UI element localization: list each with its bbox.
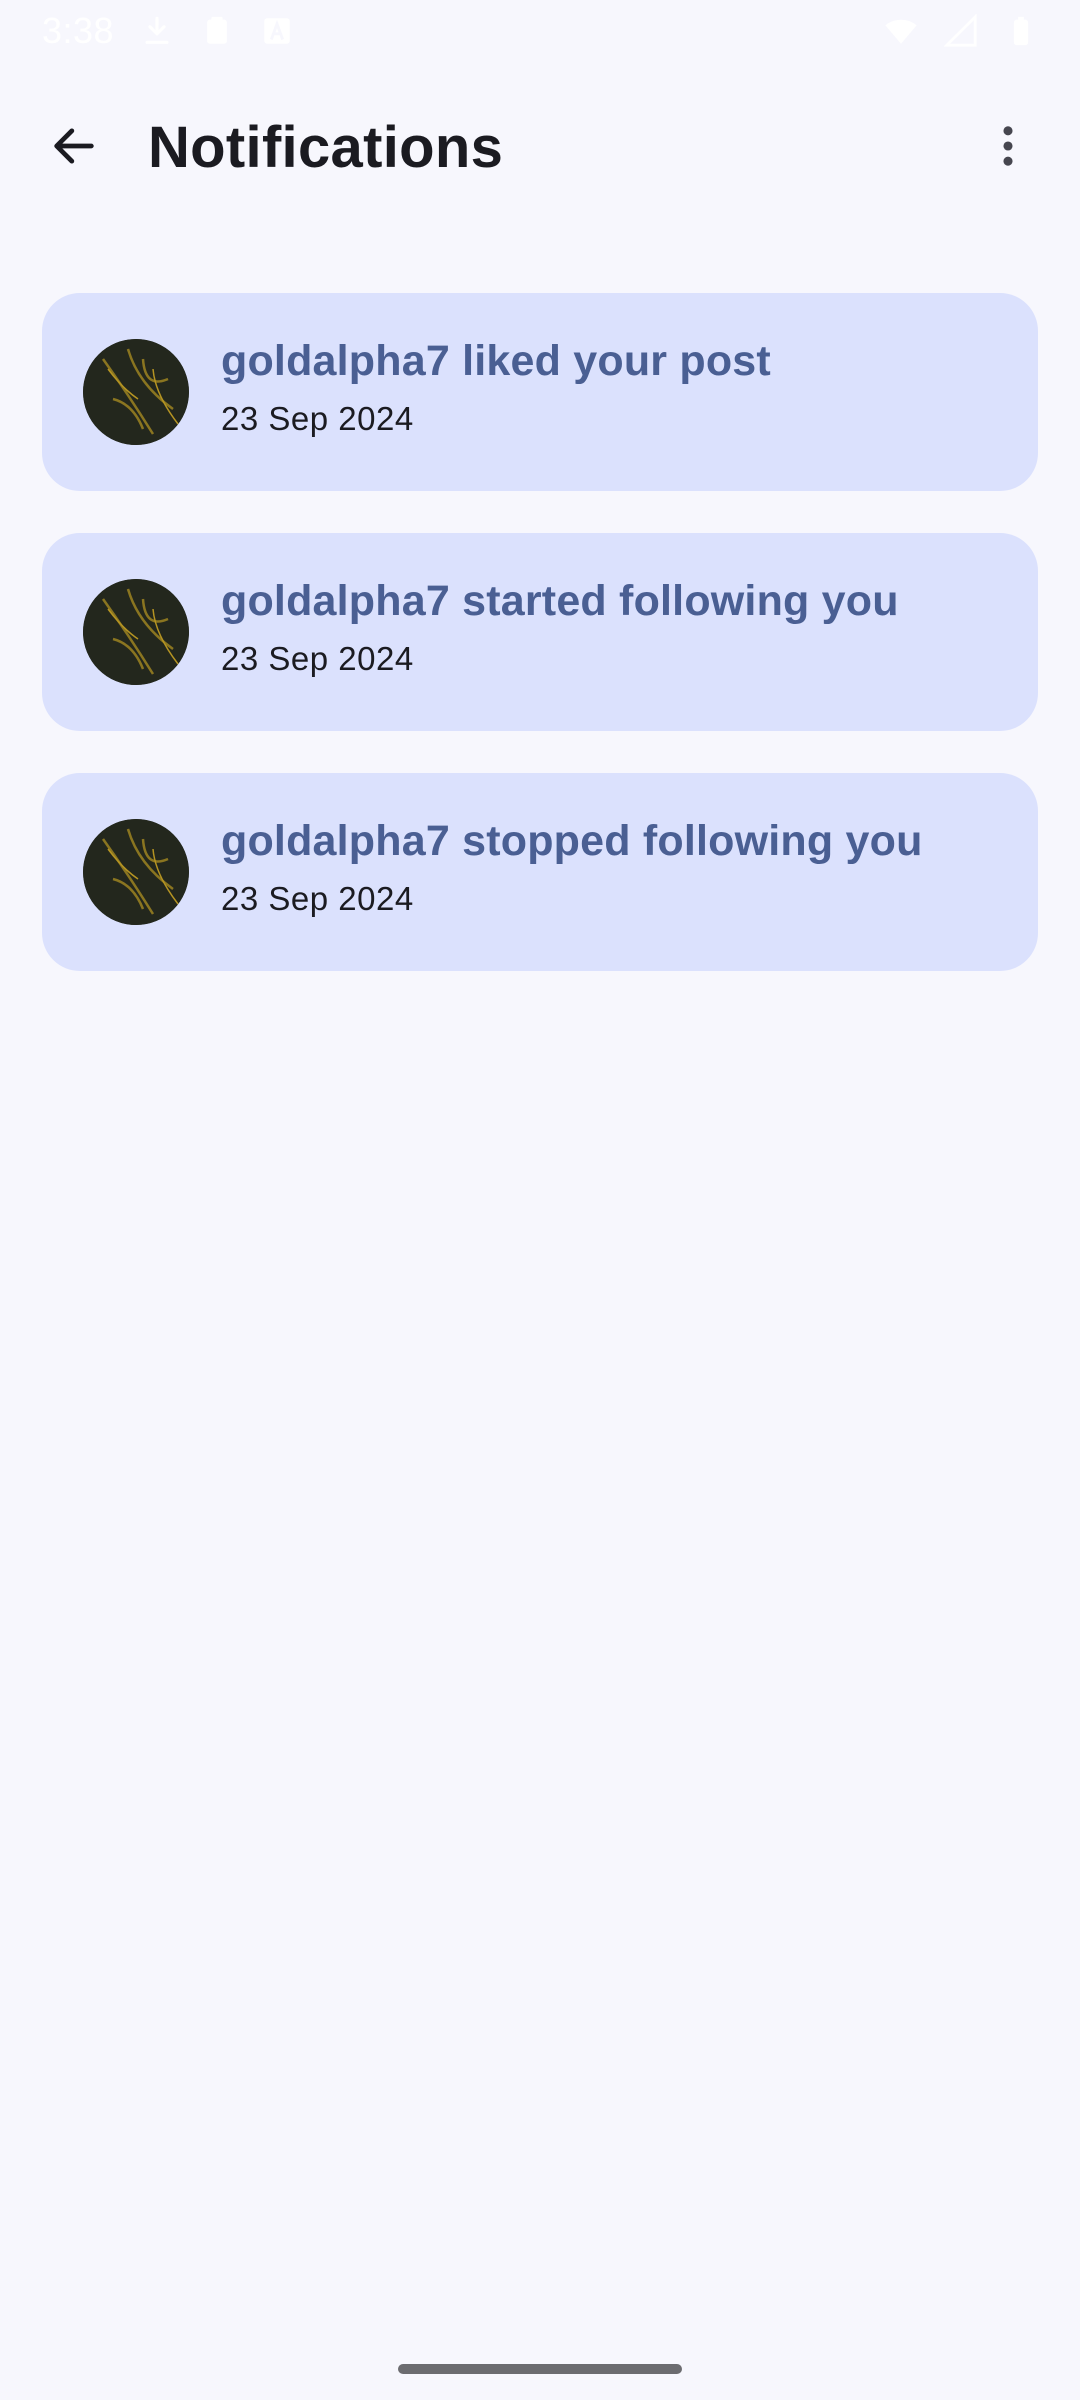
avatar[interactable] — [83, 579, 189, 685]
notifications-screen: 3:38 Notifications goldalpha7 liked your… — [0, 0, 1080, 2400]
more-vert-icon — [1003, 126, 1013, 166]
notification-date: 23 Sep 2024 — [221, 640, 414, 677]
status-bar-left: 3:38 — [42, 10, 294, 52]
notification-date: 23 Sep 2024 — [221, 880, 414, 917]
download-icon — [145, 16, 169, 44]
avatar[interactable] — [83, 819, 189, 925]
notification-item[interactable]: goldalpha7 liked your post 23 Sep 2024 — [42, 293, 1038, 491]
avatar-image — [83, 339, 189, 445]
wifi-icon — [885, 19, 917, 44]
notification-text: goldalpha7 stopped following you 23 Sep … — [221, 817, 923, 918]
avatar[interactable] — [83, 339, 189, 445]
more-options-button[interactable] — [972, 110, 1044, 182]
status-bar-right — [884, 14, 1038, 48]
notification-list: goldalpha7 liked your post 23 Sep 2024 g… — [42, 293, 1038, 1013]
notification-item[interactable]: goldalpha7 stopped following you 23 Sep … — [42, 773, 1038, 971]
arrow-back-icon — [54, 128, 94, 164]
font-icon — [264, 18, 290, 44]
page-title: Notifications — [148, 115, 504, 180]
status-bar: 3:38 — [0, 0, 1080, 62]
avatar-image — [83, 819, 189, 925]
notification-message: goldalpha7 stopped following you — [221, 817, 923, 865]
notification-item[interactable]: goldalpha7 started following you 23 Sep … — [42, 533, 1038, 731]
notification-text: goldalpha7 liked your post 23 Sep 2024 — [221, 337, 771, 438]
battery-icon — [1013, 16, 1029, 46]
notification-date: 23 Sep 2024 — [221, 400, 414, 437]
clipboard-icon — [207, 16, 227, 44]
notification-message: goldalpha7 started following you — [221, 577, 899, 625]
signal-icon — [944, 14, 977, 47]
back-button[interactable] — [38, 110, 110, 182]
top-app-bar: Notifications — [0, 92, 1080, 202]
notification-text: goldalpha7 started following you 23 Sep … — [221, 577, 899, 678]
status-time: 3:38 — [42, 10, 115, 51]
notification-message: goldalpha7 liked your post — [221, 337, 771, 385]
avatar-image — [83, 579, 189, 685]
gesture-nav-handle[interactable] — [398, 2364, 682, 2374]
